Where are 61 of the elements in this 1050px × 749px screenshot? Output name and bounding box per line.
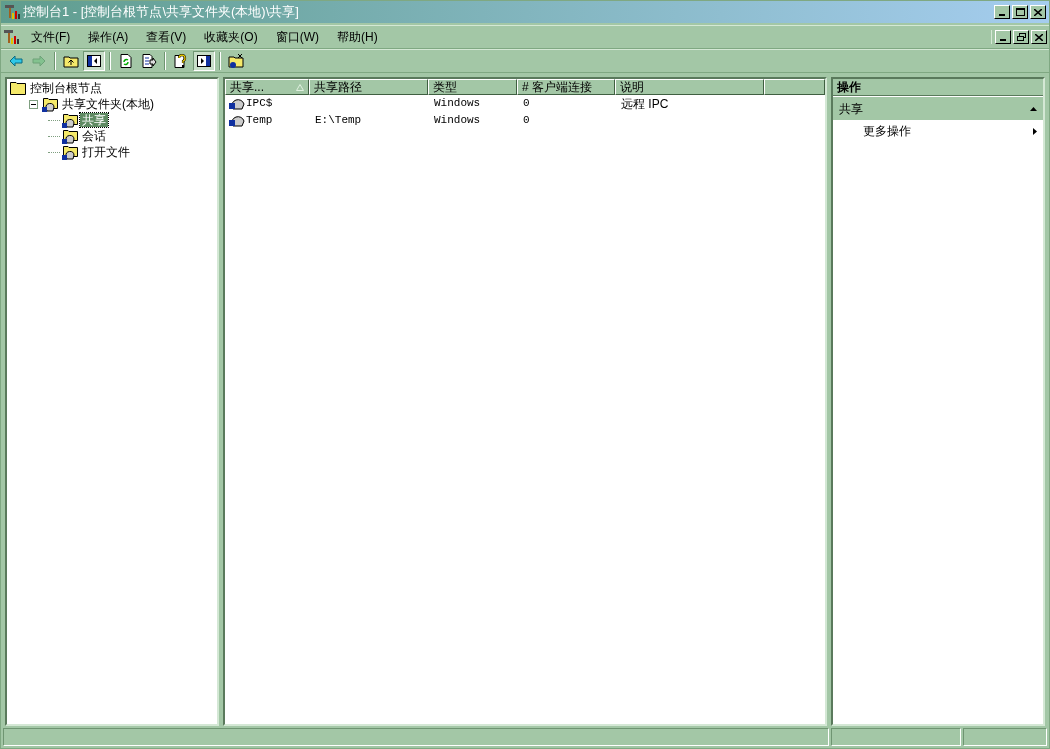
forward-arrow-icon <box>31 53 47 69</box>
table-cell-text: E:\Temp <box>315 113 362 129</box>
minimize-button[interactable] <box>994 5 1010 19</box>
tree-item[interactable]: 控制台根节点 <box>28 81 104 95</box>
tree-item[interactable]: 共享 <box>80 113 108 127</box>
shared-folder-icon <box>62 112 78 128</box>
shared-folder-icon <box>62 128 78 144</box>
restore-button[interactable] <box>1013 30 1029 44</box>
maximize-button[interactable] <box>1012 5 1028 19</box>
menu-item[interactable]: 操作(A) <box>82 27 135 47</box>
back-arrow-icon <box>8 53 24 69</box>
submenu-arrow-icon <box>1033 127 1037 135</box>
export-list-icon <box>141 53 157 69</box>
folder-icon <box>10 81 26 95</box>
table-cell-text: 0 <box>523 113 530 129</box>
hammer-app-icon <box>4 4 20 20</box>
table-cell-text: Windows <box>434 113 481 129</box>
share-icon <box>229 114 245 127</box>
close-button[interactable] <box>1031 30 1047 44</box>
window-title: 控制台1 - [控制台根节点\共享文件夹(本地)\共享] <box>23 3 300 22</box>
pane-toggle-icon <box>86 53 102 69</box>
menu-item[interactable]: 收藏夹(O) <box>198 27 264 47</box>
collapse-toggle[interactable] <box>29 99 38 109</box>
share-name[interactable]: Temp <box>246 112 273 129</box>
refresh-icon <box>118 53 134 69</box>
restore-icon <box>1016 33 1026 41</box>
action-item[interactable]: 更多操作 <box>833 120 1043 142</box>
menu-item[interactable]: 窗口(W) <box>269 27 325 47</box>
menu-item[interactable]: 查看(V) <box>140 27 193 47</box>
tree-item[interactable]: 会话 <box>80 129 108 143</box>
share-name[interactable]: IPC$ <box>246 95 273 112</box>
menu-item[interactable]: 文件(F) <box>25 27 77 47</box>
table-cell-text: 远程 IPC <box>621 95 669 113</box>
column-header[interactable]: 说明 <box>615 79 764 95</box>
shared-folder-icon <box>42 96 58 112</box>
close-icon <box>1035 33 1043 41</box>
folder-button[interactable] <box>225 51 247 71</box>
table-cell-text: Windows <box>434 96 481 112</box>
folder-icon <box>228 53 244 69</box>
share-icon <box>229 97 245 110</box>
tree-item[interactable]: 打开文件 <box>80 145 132 159</box>
column-header[interactable]: 共享路径 <box>309 79 428 95</box>
table-cell-text: 0 <box>523 96 530 112</box>
column-header[interactable]: 共享... <box>225 79 309 95</box>
actions-title: 操作 <box>833 79 1043 96</box>
shared-folder-icon <box>62 144 78 160</box>
section-header[interactable]: 共享 <box>833 96 1043 120</box>
close-icon <box>1034 8 1042 16</box>
menu-item[interactable]: 帮助(H) <box>331 27 384 47</box>
folder-up-icon <box>63 53 79 69</box>
column-header[interactable]: # 客户端连接 <box>517 79 615 95</box>
close-button[interactable] <box>1030 5 1046 19</box>
sort-ascending-icon <box>296 83 304 91</box>
pane-toggle-button[interactable] <box>193 51 215 71</box>
pane-toggle-button[interactable] <box>83 51 105 71</box>
hammer-app-icon <box>3 29 19 45</box>
minimize-button[interactable] <box>995 30 1011 44</box>
column-header[interactable]: 类型 <box>428 79 517 95</box>
help-icon <box>173 53 189 69</box>
pane-toggle-icon <box>196 53 212 69</box>
tree-item[interactable]: 共享文件夹(本地) <box>60 97 156 111</box>
